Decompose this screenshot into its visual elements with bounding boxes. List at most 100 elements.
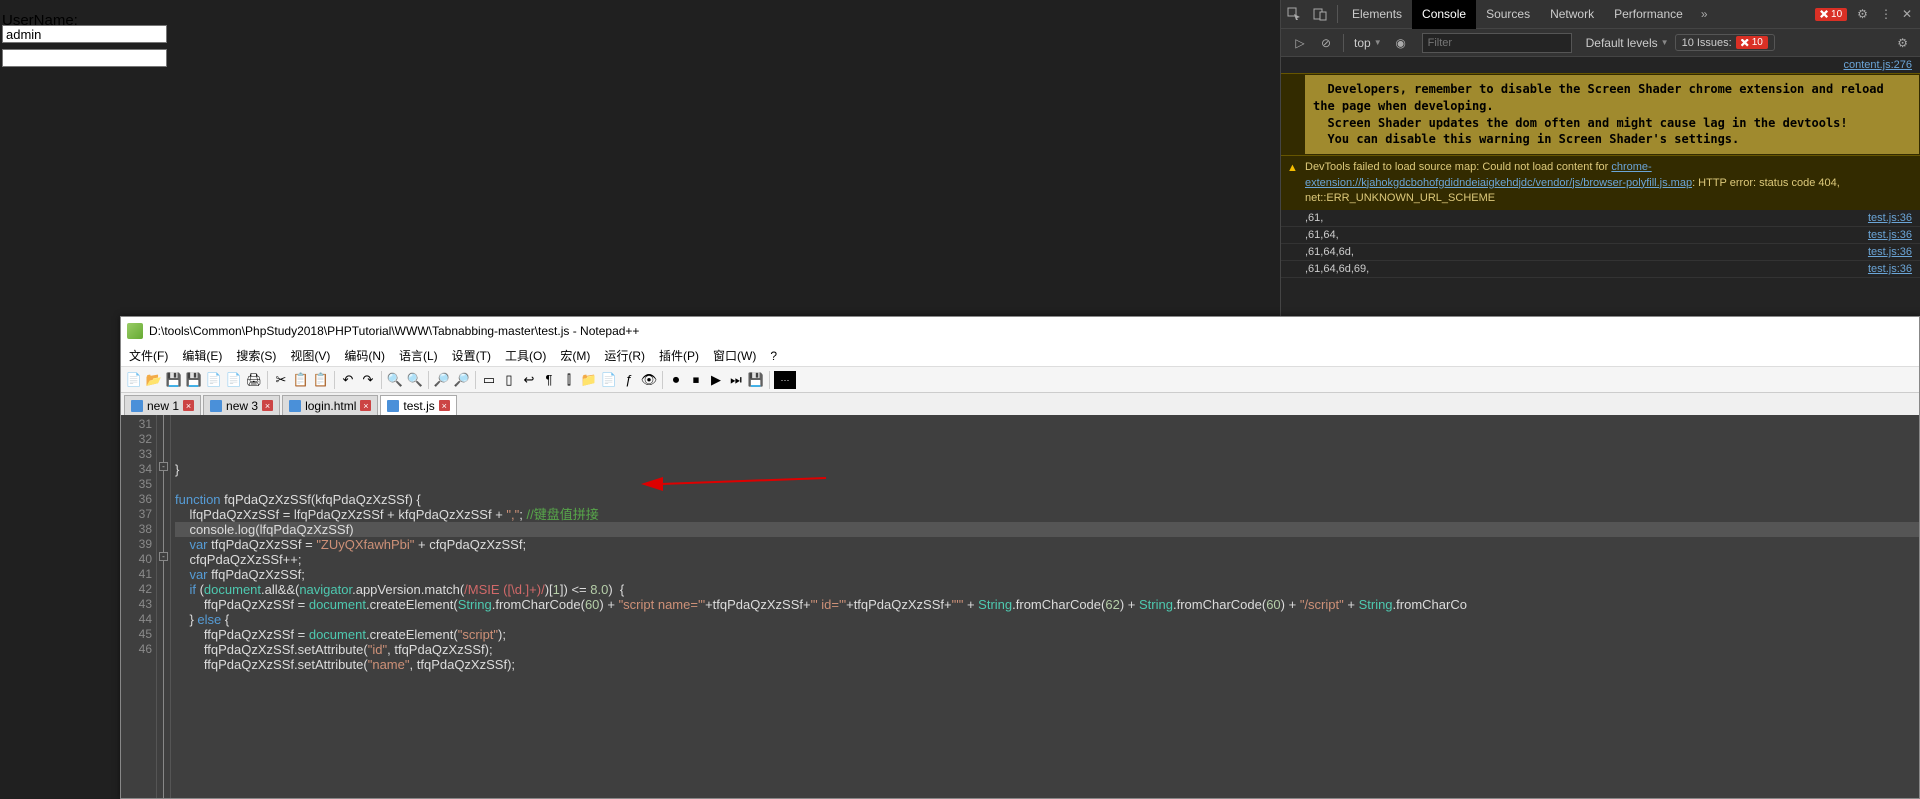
log-source-link[interactable]: test.js:36: [1868, 229, 1912, 241]
monitor-icon[interactable]: 👁: [640, 371, 658, 389]
menu-item[interactable]: 工具(O): [501, 345, 550, 366]
code-line[interactable]: ffqPdaQzXzSSf.setAttribute("id", tfqPdaQ…: [175, 642, 1919, 657]
fold-box-icon[interactable]: -: [159, 462, 168, 471]
code-line[interactable]: cfqPdaQzXzSSf++;: [175, 552, 1919, 567]
doc-map-icon[interactable]: 📄: [600, 371, 618, 389]
save-icon[interactable]: 💾: [165, 371, 183, 389]
device-icon[interactable]: [1313, 7, 1327, 21]
editor-tab[interactable]: new 3×: [203, 395, 280, 415]
replace-icon[interactable]: 🔍: [406, 371, 424, 389]
devtools-tab-sources[interactable]: Sources: [1476, 0, 1540, 29]
editor-area[interactable]: 31323334353637383940414243444546 - - } f…: [121, 415, 1919, 798]
code-line[interactable]: } else {: [175, 612, 1919, 627]
eye-icon[interactable]: ◉: [1394, 36, 1408, 50]
play-icon[interactable]: ▷: [1293, 36, 1307, 50]
show-all-chars-icon[interactable]: ¶: [540, 371, 558, 389]
code-line[interactable]: [175, 672, 1919, 687]
close-icon[interactable]: ✕: [1902, 7, 1912, 21]
zoom-out-icon[interactable]: 🔎: [453, 371, 471, 389]
zoom-in-icon[interactable]: 🔎: [433, 371, 451, 389]
devtools-tab-performance[interactable]: Performance: [1604, 0, 1693, 29]
tab-close-icon[interactable]: ×: [183, 400, 194, 411]
filter-input[interactable]: [1422, 33, 1572, 53]
menu-item[interactable]: 宏(M): [556, 345, 594, 366]
menu-item[interactable]: 运行(R): [600, 345, 649, 366]
menu-item[interactable]: 搜索(S): [232, 345, 280, 366]
play-macro-icon[interactable]: ▶: [707, 371, 725, 389]
log-source-link[interactable]: test.js:36: [1868, 246, 1912, 258]
log-source-link[interactable]: test.js:36: [1868, 263, 1912, 275]
menu-item[interactable]: ?: [766, 347, 781, 365]
fold-box-icon[interactable]: -: [159, 552, 168, 561]
inspect-icon[interactable]: [1287, 7, 1301, 21]
menu-item[interactable]: 编辑(E): [178, 345, 226, 366]
password-input[interactable]: [2, 49, 167, 67]
tab-close-icon[interactable]: ×: [360, 400, 371, 411]
gear-icon[interactable]: ⚙: [1857, 7, 1868, 21]
code-line[interactable]: ffqPdaQzXzSSf.setAttribute("name", tfqPd…: [175, 657, 1919, 672]
close-file-icon[interactable]: 📄: [205, 371, 223, 389]
code-line[interactable]: ffqPdaQzXzSSf = document.createElement(S…: [175, 597, 1919, 612]
console-gear-icon[interactable]: ⚙: [1897, 36, 1908, 50]
devtools-tab-network[interactable]: Network: [1540, 0, 1604, 29]
menu-item[interactable]: 编码(N): [340, 345, 389, 366]
code-line[interactable]: }: [175, 462, 1919, 477]
menu-item[interactable]: 文件(F): [125, 345, 172, 366]
undo-icon[interactable]: ↶: [339, 371, 357, 389]
log-source-link[interactable]: test.js:36: [1868, 212, 1912, 224]
fold-column[interactable]: - -: [157, 415, 171, 798]
paste-icon[interactable]: 📋: [312, 371, 330, 389]
editor-tab[interactable]: test.js×: [380, 395, 456, 415]
open-file-icon[interactable]: 📂: [145, 371, 163, 389]
find-icon[interactable]: 🔍: [386, 371, 404, 389]
plugin-icon[interactable]: ···: [774, 371, 796, 389]
indent-guide-icon[interactable]: ⫿: [560, 371, 578, 389]
code-line[interactable]: if (document.all&&(navigator.appVersion.…: [175, 582, 1919, 597]
more-tabs-icon[interactable]: »: [1693, 7, 1716, 21]
levels-select[interactable]: Default levels▼: [1580, 36, 1675, 50]
source-link[interactable]: content.js:276: [1281, 57, 1920, 73]
menu-item[interactable]: 设置(T): [448, 345, 495, 366]
save-all-icon[interactable]: 💾: [185, 371, 203, 389]
tab-close-icon[interactable]: ×: [262, 400, 273, 411]
devtools-tab-console[interactable]: Console: [1412, 0, 1476, 29]
new-file-icon[interactable]: 📄: [125, 371, 143, 389]
issues-button[interactable]: 10 Issues:10: [1675, 34, 1775, 51]
redo-icon[interactable]: ↷: [359, 371, 377, 389]
username-input[interactable]: [2, 25, 167, 43]
play-multi-icon[interactable]: ⏭: [727, 371, 745, 389]
folder-icon[interactable]: 📁: [580, 371, 598, 389]
clear-icon[interactable]: ⊘: [1319, 36, 1333, 50]
code-content[interactable]: } function fqPdaQzXzSSf(kfqPdaQzXzSSf) {…: [171, 415, 1919, 798]
menu-item[interactable]: 语言(L): [395, 345, 442, 366]
close-all-icon[interactable]: 📄: [225, 371, 243, 389]
code-line[interactable]: lfqPdaQzXzSSf = lfqPdaQzXzSSf + kfqPdaQz…: [175, 507, 1919, 522]
record-icon[interactable]: ⏺: [667, 371, 685, 389]
code-line[interactable]: [175, 477, 1919, 492]
stop-icon[interactable]: ⏹: [687, 371, 705, 389]
window-titlebar[interactable]: D:\tools\Common\PhpStudy2018\PHPTutorial…: [121, 317, 1919, 345]
menu-item[interactable]: 窗口(W): [709, 345, 760, 366]
tab-close-icon[interactable]: ×: [439, 400, 450, 411]
code-line[interactable]: var ffqPdaQzXzSSf;: [175, 567, 1919, 582]
context-select[interactable]: top▼: [1348, 36, 1388, 50]
menu-item[interactable]: 插件(P): [655, 345, 703, 366]
cut-icon[interactable]: ✂: [272, 371, 290, 389]
func-list-icon[interactable]: ƒ: [620, 371, 638, 389]
code-line[interactable]: console.log(lfqPdaQzXzSSf): [175, 522, 1919, 537]
editor-tab[interactable]: new 1×: [124, 395, 201, 415]
sync-h-icon[interactable]: ▯: [500, 371, 518, 389]
code-line[interactable]: var tfqPdaQzXzSSf = "ZUyQXfawhPbi" + cfq…: [175, 537, 1919, 552]
save-macro-icon[interactable]: 💾: [747, 371, 765, 389]
devtools-tab-elements[interactable]: Elements: [1342, 0, 1412, 29]
code-line[interactable]: ffqPdaQzXzSSf = document.createElement("…: [175, 627, 1919, 642]
wrap-icon[interactable]: ↩: [520, 371, 538, 389]
sync-v-icon[interactable]: ▭: [480, 371, 498, 389]
print-icon[interactable]: 🖨: [245, 371, 263, 389]
copy-icon[interactable]: 📋: [292, 371, 310, 389]
menu-item[interactable]: 视图(V): [286, 345, 334, 366]
editor-tab[interactable]: login.html×: [282, 395, 378, 415]
code-line[interactable]: function fqPdaQzXzSSf(kfqPdaQzXzSSf) {: [175, 492, 1919, 507]
code-line[interactable]: [175, 447, 1919, 462]
kebab-icon[interactable]: ⋮: [1880, 7, 1892, 21]
